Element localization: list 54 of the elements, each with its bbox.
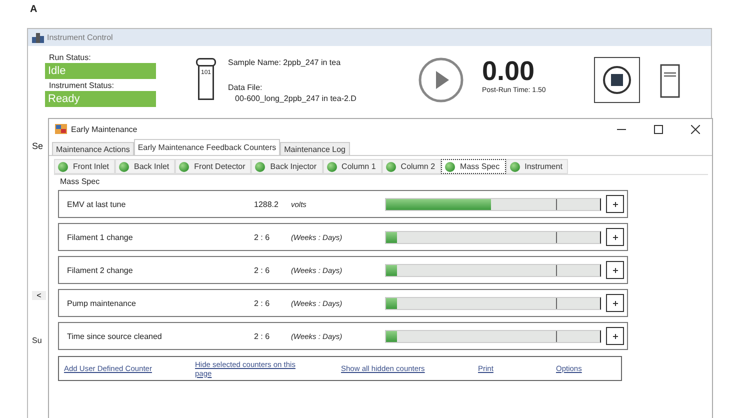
data-file-label: Data File: bbox=[228, 83, 264, 92]
run-status-label: Run Status: bbox=[48, 53, 92, 63]
sample-name: Sample Name: 2ppb_247 in tea bbox=[228, 58, 342, 67]
vial-icon bbox=[196, 58, 216, 100]
dialog-icon bbox=[55, 124, 67, 134]
counter-value: 2 : 6 bbox=[254, 266, 271, 274]
plus-icon bbox=[612, 334, 618, 338]
module-tab[interactable]: Front Detector bbox=[175, 159, 252, 174]
module-tab[interactable]: Column 2 bbox=[382, 159, 442, 174]
tab[interactable]: Maintenance Actions bbox=[52, 142, 134, 155]
expand-button[interactable] bbox=[606, 261, 624, 279]
plus-icon bbox=[612, 268, 618, 272]
scroll-left-button[interactable]: < bbox=[32, 291, 46, 300]
tab[interactable]: Maintenance Log bbox=[280, 142, 350, 155]
plus-icon bbox=[612, 234, 618, 240]
instrument-status-value: Ready bbox=[45, 91, 156, 107]
counter-name: Filament 1 change bbox=[67, 232, 134, 242]
partial-label: Se bbox=[32, 141, 44, 151]
counter-value: 2 : 6 bbox=[254, 332, 271, 340]
counter-value: 2 : 6 bbox=[254, 298, 271, 308]
tab[interactable]: Early Maintenance Feedback Counters bbox=[134, 139, 280, 155]
dialog-title: Early Maintenance bbox=[71, 124, 138, 134]
counter-value: 1288.2 bbox=[254, 200, 280, 208]
panel-title: Mass Spec bbox=[60, 177, 101, 186]
counter-name: Filament 2 change bbox=[67, 266, 134, 274]
counter-name: EMV at last tune bbox=[67, 200, 127, 208]
expand-button[interactable] bbox=[606, 294, 624, 312]
module-tab[interactable]: Instrument bbox=[506, 159, 568, 174]
expand-button[interactable] bbox=[606, 195, 624, 213]
expand-button[interactable] bbox=[606, 228, 624, 246]
timer-value: 0.00 bbox=[482, 56, 536, 86]
module-tab[interactable]: Mass Spec bbox=[441, 159, 506, 174]
instrument-status-label: Instrument Status: bbox=[48, 81, 115, 91]
maximize-icon[interactable] bbox=[654, 124, 663, 134]
app-icon bbox=[32, 32, 44, 42]
run-status-value: Idle bbox=[45, 63, 156, 79]
module-tab[interactable]: Front Inlet bbox=[54, 159, 116, 174]
play-button[interactable] bbox=[418, 57, 464, 103]
plus-icon bbox=[612, 202, 618, 206]
data-file-name: 00-600_long_2ppb_247 in tea-2.D bbox=[234, 94, 358, 103]
partial-label: Su bbox=[32, 336, 43, 345]
counter-name: Pump maintenance bbox=[67, 298, 137, 308]
stop-button[interactable] bbox=[594, 57, 640, 103]
figure-label: A bbox=[30, 4, 38, 15]
counter-name: Time since source cleaned bbox=[67, 332, 163, 340]
module-tab[interactable]: Back Injector bbox=[251, 159, 323, 174]
counter-value: 2 : 6 bbox=[254, 232, 271, 242]
module-tab[interactable]: Back Inlet bbox=[115, 159, 176, 174]
window-title: Instrument Control bbox=[47, 33, 113, 42]
close-icon[interactable] bbox=[691, 124, 700, 134]
module-tab[interactable]: Column 1 bbox=[322, 159, 382, 174]
expand-button[interactable] bbox=[606, 327, 624, 345]
document-icon[interactable] bbox=[660, 64, 680, 98]
plus-icon bbox=[612, 300, 618, 306]
